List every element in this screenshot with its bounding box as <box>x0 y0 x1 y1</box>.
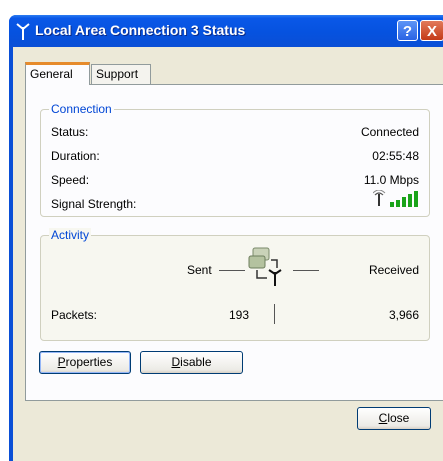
properties-button[interactable]: Properties <box>39 351 131 374</box>
packets-divider <box>274 304 275 324</box>
sent-line <box>219 270 245 271</box>
general-tab-panel: Connection Status: Connected Duration: 0… <box>25 84 443 401</box>
activity-group: Activity Sent Received Packets: 193 3,96… <box>40 228 430 341</box>
packets-label: Packets: <box>51 308 98 322</box>
activity-legend: Activity <box>49 228 92 242</box>
signal-strength-icon <box>372 189 421 211</box>
speed-label: Speed: <box>51 173 90 187</box>
help-button[interactable]: ? <box>397 20 418 41</box>
title-close-button[interactable]: X <box>420 20 443 41</box>
connection-legend: Connection <box>49 102 114 116</box>
tab-support[interactable]: Support <box>91 64 151 84</box>
duration-value: 02:55:48 <box>372 149 419 163</box>
packets-sent-value: 193 <box>228 308 249 322</box>
window-title: Local Area Connection 3 Status <box>35 22 246 38</box>
close-label: lose <box>387 411 410 425</box>
status-value: Connected <box>360 125 419 139</box>
wireless-antenna-icon <box>15 21 31 41</box>
tab-general[interactable]: General <box>25 62 90 85</box>
properties-label: roperties <box>65 355 113 369</box>
status-label: Status: <box>51 125 89 139</box>
packets-received-value: 3,966 <box>388 308 419 322</box>
signal-strength-label: Signal Strength: <box>51 197 137 211</box>
network-computers-icon <box>247 246 291 293</box>
received-label: Received <box>368 263 419 277</box>
close-button[interactable]: Close <box>357 407 431 430</box>
speed-value: 11.0 Mbps <box>363 173 419 187</box>
properties-accelerator: P <box>57 355 66 369</box>
connection-group: Connection Status: Connected Duration: 0… <box>40 102 430 217</box>
disable-label: isable <box>180 355 212 369</box>
received-line <box>293 270 319 271</box>
disable-accelerator: D <box>171 355 181 369</box>
title-bar[interactable]: Local Area Connection 3 Status ? X <box>9 15 443 47</box>
duration-label: Duration: <box>51 149 100 163</box>
sent-label: Sent <box>187 263 212 277</box>
disable-button[interactable]: Disable <box>140 351 243 374</box>
dialog-window: Local Area Connection 3 Status ? X Gener… <box>9 15 443 461</box>
dialog-client-area: General Support Connection Status: Conne… <box>13 47 443 461</box>
